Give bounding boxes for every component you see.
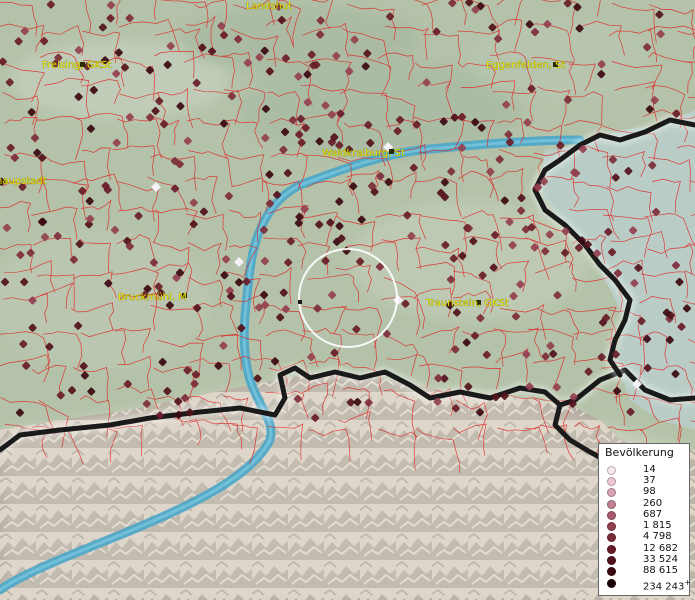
map-canvas[interactable]: Landshut Freising, GKSt Eggenfelden, St … (0, 0, 695, 600)
place-label-freising: Freising, GKSt (42, 60, 112, 71)
place-label-landshut: Landshut (246, 1, 292, 12)
legend-item-label: 234 243+ (643, 578, 692, 593)
place-label-bruckmuehl: Bruckmühl, M (118, 292, 187, 303)
legend-swatch (607, 556, 616, 565)
legend-swatch (607, 488, 616, 497)
place-label-traunstein: Traunstein, GKSt (425, 298, 509, 309)
legend-swatch (607, 533, 616, 542)
map-view[interactable]: Landshut Freising, GKSt Eggenfelden, St … (0, 0, 695, 600)
legend-item-label: 98 (643, 486, 656, 497)
legend-swatch (607, 579, 616, 588)
place-label-eggenfelden: Eggenfelden, St (486, 60, 565, 71)
legend-swatch (607, 567, 616, 576)
legend-item: 234 243+ (599, 577, 691, 592)
legend: Bevölkerung 14 37 98 260 687 1 815 4 798 (598, 443, 691, 596)
legend-item-label: 4 798 (643, 531, 672, 542)
legend-item: 98 (599, 486, 689, 498)
legend-item: 4 798 (599, 531, 689, 543)
place-label-hauptstadt: haupstadt (0, 176, 47, 187)
legend-swatch (607, 500, 616, 509)
legend-item-label: 88 615 (643, 565, 678, 576)
legend-swatch (607, 545, 616, 554)
legend-title: Bevölkerung (605, 446, 674, 459)
legend-item: 88 615 (599, 565, 689, 577)
legend-swatch (607, 522, 616, 531)
place-label-waldkraiburg: Waldkraiburg, St (322, 148, 405, 159)
legend-swatch (607, 477, 616, 486)
legend-swatch (607, 466, 616, 475)
legend-swatch (607, 511, 616, 520)
legend-plus-sign: + (684, 578, 692, 587)
